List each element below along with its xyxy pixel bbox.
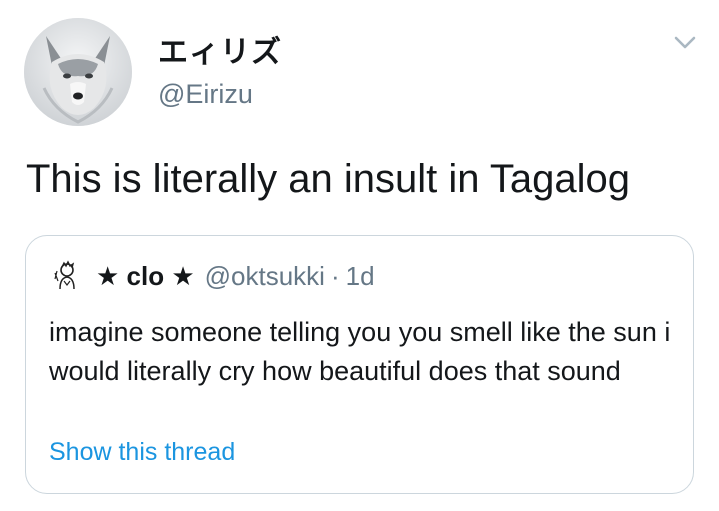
sketch-avatar-icon [50, 259, 84, 293]
tweet-text: This is literally an insult in Tagalog [26, 157, 631, 201]
separator-dot: · [330, 260, 340, 291]
quoted-tweet-timestamp[interactable]: 1d [346, 261, 375, 292]
quoted-author-handle[interactable]: @oktsukki [205, 261, 325, 292]
author-avatar[interactable] [24, 18, 132, 126]
quoted-tweet-card[interactable]: ★ clo ★ @oktsukki · 1d imagine someone t… [25, 235, 694, 494]
show-thread-link[interactable]: Show this thread [49, 438, 235, 467]
quoted-author-avatar[interactable] [50, 259, 84, 293]
quoted-tweet-header: ★ clo ★ @oktsukki · 1d [50, 258, 375, 294]
chevron-down-icon[interactable] [670, 30, 700, 54]
quoted-tweet-text: imagine someone telling you you smell li… [49, 317, 671, 386]
quoted-author-display-name[interactable]: ★ clo ★ [96, 261, 195, 292]
author-display-name[interactable]: エィリズ [158, 27, 282, 71]
tweet: エィリズ @Eirizu This is literally an insult… [0, 0, 719, 511]
wolf-avatar-icon [24, 18, 132, 126]
author-handle[interactable]: @Eirizu [158, 79, 253, 110]
